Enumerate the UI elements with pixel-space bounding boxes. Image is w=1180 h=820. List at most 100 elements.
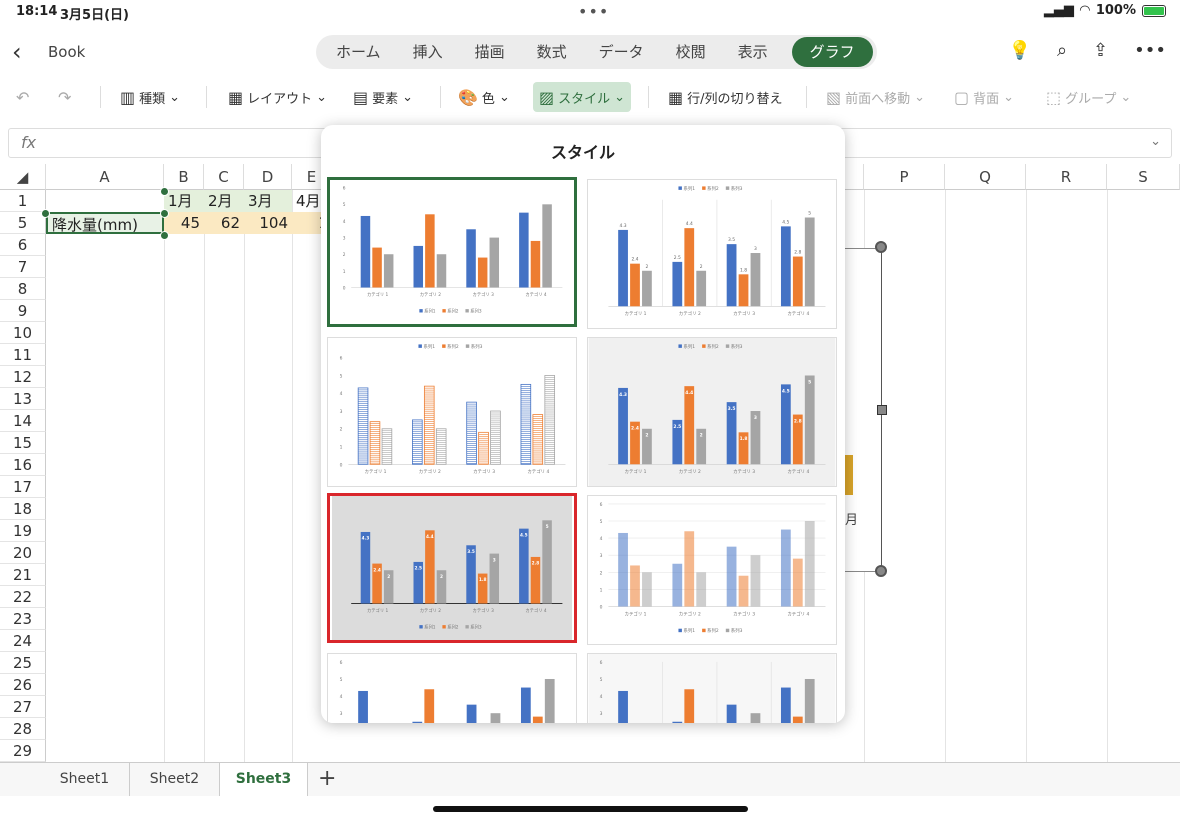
color-button[interactable]: 🎨 色 ⌄ bbox=[458, 82, 510, 112]
cell-b5[interactable]: 45 bbox=[164, 212, 204, 234]
row-header[interactable]: 13 bbox=[0, 388, 46, 410]
back-label[interactable]: Book bbox=[48, 43, 85, 61]
style-option-7[interactable]: 0123456カテゴリ 1カテゴリ 2カテゴリ 3カテゴリ 4系列1系列2系列3 bbox=[327, 653, 577, 723]
row-header[interactable]: 11 bbox=[0, 344, 46, 366]
lightbulb-icon[interactable]: 💡 bbox=[1009, 40, 1031, 61]
row-header[interactable]: 26 bbox=[0, 674, 46, 696]
data-label: 1.8 bbox=[479, 577, 487, 583]
sheet-tab-3[interactable]: Sheet3 bbox=[220, 763, 308, 796]
style-button[interactable]: ▨ スタイル ⌄ bbox=[533, 82, 632, 112]
tab-review[interactable]: 校閲 bbox=[660, 35, 722, 69]
row-header[interactable]: 29 bbox=[0, 740, 46, 762]
chart-bar bbox=[726, 704, 737, 723]
tick-label: 1 bbox=[600, 587, 603, 593]
style-option-4[interactable]: 4.3 2.4 2 カテゴリ 1 2.5 4.4 2 カテゴリ 2 3.5 1.8 3 カテゴリ 3 4… bbox=[587, 337, 837, 487]
row-header[interactable]: 14 bbox=[0, 410, 46, 432]
row-header[interactable]: 19 bbox=[0, 520, 46, 542]
col-header-b[interactable]: B bbox=[164, 164, 204, 190]
cell-c1[interactable]: 2月 bbox=[204, 190, 244, 212]
search-icon[interactable]: ⌕ bbox=[1057, 40, 1067, 61]
row-header[interactable]: 10 bbox=[0, 322, 46, 344]
cell-b1[interactable]: 1月 bbox=[164, 190, 204, 212]
elements-button[interactable]: ▤ 要素 ⌄ bbox=[353, 82, 413, 112]
cell-d5[interactable]: 104 bbox=[244, 212, 292, 234]
chevron-down-icon[interactable]: ⌄ bbox=[1150, 134, 1161, 149]
col-header-r[interactable]: R bbox=[1026, 164, 1107, 190]
tab-insert[interactable]: 挿入 bbox=[397, 35, 459, 69]
row-header[interactable]: 20 bbox=[0, 542, 46, 564]
row-header[interactable]: 1 bbox=[0, 190, 46, 212]
row-header[interactable]: 16 bbox=[0, 454, 46, 476]
selection-handle[interactable] bbox=[160, 187, 169, 196]
cell-d1[interactable]: 3月 bbox=[244, 190, 292, 212]
col-header-a[interactable]: A bbox=[46, 164, 164, 190]
col-header-q[interactable]: Q bbox=[945, 164, 1026, 190]
cell-a5[interactable]: 降水量(mm) bbox=[46, 212, 164, 234]
data-label: 2.8 bbox=[794, 418, 802, 424]
row-header[interactable]: 27 bbox=[0, 696, 46, 718]
more-icon[interactable]: ••• bbox=[1134, 40, 1166, 61]
col-header-p[interactable]: P bbox=[864, 164, 945, 190]
chart-bar bbox=[520, 687, 531, 723]
style-option-1[interactable]: 0 1 2 3 4 5 6 カテゴリ 1 カテゴリ 2 カテゴリ 3 カテゴリ 4 系列1 系列2 系列3 bbox=[327, 177, 577, 327]
row-header[interactable]: 5 bbox=[0, 212, 46, 234]
col-header-s[interactable]: S bbox=[1107, 164, 1180, 190]
row-header[interactable]: 24 bbox=[0, 630, 46, 652]
send-back-button[interactable]: ▢ 背面 ⌄ bbox=[954, 82, 1014, 112]
row-header[interactable]: 8 bbox=[0, 278, 46, 300]
bring-front-button[interactable]: ▧ 前面へ移動 ⌄ bbox=[826, 82, 925, 112]
multitask-dots-icon[interactable]: ••• bbox=[578, 2, 609, 21]
chart-bar bbox=[519, 212, 529, 288]
tab-home[interactable]: ホーム bbox=[320, 35, 397, 69]
selection-handle[interactable] bbox=[160, 231, 169, 240]
tab-formulas[interactable]: 数式 bbox=[521, 35, 583, 69]
style-option-8[interactable]: 0123456カテゴリ 1カテゴリ 2カテゴリ 3カテゴリ 4系列1系列2系列3 bbox=[587, 653, 837, 723]
select-all-corner[interactable]: ◢ bbox=[0, 164, 46, 190]
row-header[interactable]: 28 bbox=[0, 718, 46, 740]
data-label: 4.5 bbox=[782, 388, 790, 394]
switch-rowcol-button[interactable]: ▦ 行/列の切り替え bbox=[668, 82, 783, 112]
layout-button[interactable]: ▦ レイアウト ⌄ bbox=[228, 82, 327, 112]
row-header[interactable]: 21 bbox=[0, 564, 46, 586]
chart-resize-handle[interactable] bbox=[875, 565, 887, 577]
row-header[interactable]: 15 bbox=[0, 432, 46, 454]
row-header[interactable]: 25 bbox=[0, 652, 46, 674]
tab-view[interactable]: 表示 bbox=[722, 35, 784, 69]
sheet-tab-2[interactable]: Sheet2 bbox=[130, 763, 220, 796]
row-header[interactable]: 23 bbox=[0, 608, 46, 630]
row-header[interactable]: 22 bbox=[0, 586, 46, 608]
row-header[interactable]: 6 bbox=[0, 234, 46, 256]
group-button[interactable]: ⬚ グループ ⌄ bbox=[1046, 82, 1131, 112]
col-header-d[interactable]: D bbox=[244, 164, 292, 190]
style-option-6[interactable]: 0 1 2 3 4 5 6 カテゴリ 1 カテゴリ 2 カテゴリ 3 カテゴリ 4 系列1 系列2 系列3 bbox=[587, 495, 837, 645]
style-option-5[interactable]: 4.3 2.4 2 カテゴリ 1 2.5 4.4 2 カテゴリ 2 3.5 1.8 3 カテゴリ 34… bbox=[327, 493, 577, 643]
tab-chart[interactable]: グラフ bbox=[791, 37, 873, 67]
row-header[interactable]: 18 bbox=[0, 498, 46, 520]
row-header[interactable]: 12 bbox=[0, 366, 46, 388]
sheet-tab-1[interactable]: Sheet1 bbox=[40, 763, 130, 796]
undo-button[interactable]: ↶ bbox=[16, 82, 29, 112]
redo-button[interactable]: ↷ bbox=[58, 82, 71, 112]
add-sheet-button[interactable]: + bbox=[318, 766, 336, 791]
tab-data[interactable]: データ bbox=[583, 35, 660, 69]
back-chevron-icon[interactable]: ‹ bbox=[12, 38, 22, 66]
share-icon[interactable]: ⇪ bbox=[1093, 40, 1108, 61]
chart-bar bbox=[642, 270, 652, 307]
row-header[interactable]: 7 bbox=[0, 256, 46, 278]
tab-draw[interactable]: 描画 bbox=[459, 35, 521, 69]
chart-bar bbox=[358, 690, 368, 723]
chart-type-button[interactable]: ▥ 種類 ⌄ bbox=[120, 82, 180, 112]
chart-bar bbox=[684, 531, 695, 607]
style-option-3[interactable]: 0 1 2 3 4 5 6 カテゴリ 1 カテゴリ 2 カテゴリ 3 カテゴリ 4 系列1 系列2 系列3 bbox=[327, 337, 577, 487]
chart-resize-handle[interactable] bbox=[875, 241, 887, 253]
selection-handle[interactable] bbox=[41, 209, 50, 218]
row-header[interactable]: 17 bbox=[0, 476, 46, 498]
category-label: カテゴリ 3 bbox=[473, 468, 495, 475]
col-header-c[interactable]: C bbox=[204, 164, 244, 190]
chart-resize-handle[interactable] bbox=[877, 405, 887, 415]
cell-c5[interactable]: 62 bbox=[204, 212, 244, 234]
category-label: カテゴリ 4 bbox=[527, 468, 549, 475]
style-option-2[interactable]: 4.3 2.4 2 カテゴリ 1 2.5 4.4 2 カテゴリ 2 3.5 1.8 3 カテゴリ 3 4… bbox=[587, 179, 837, 329]
selection-handle[interactable] bbox=[160, 209, 169, 218]
row-header[interactable]: 9 bbox=[0, 300, 46, 322]
